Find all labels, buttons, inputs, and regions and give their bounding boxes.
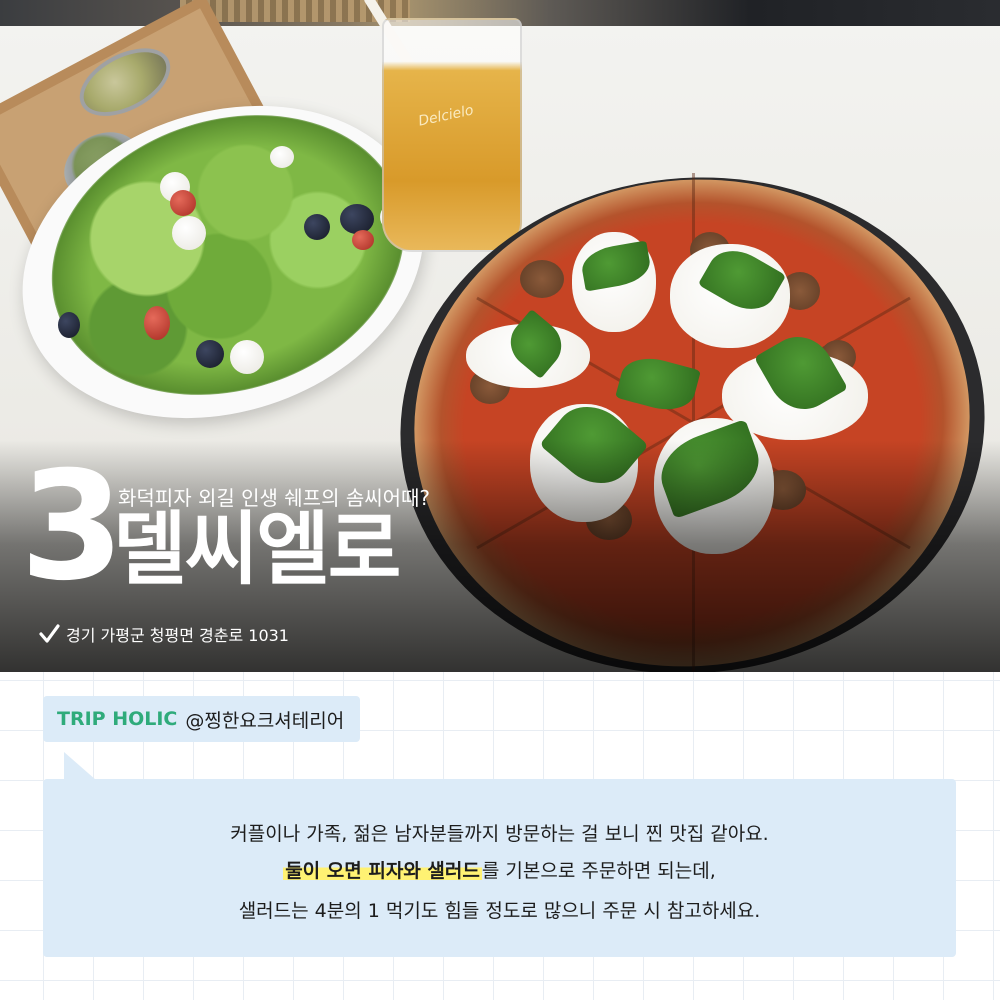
olive: [196, 340, 224, 368]
tomato: [170, 190, 196, 216]
mozzarella-ball: [230, 340, 264, 374]
review-line-2: 둘이 오면 피자와 샐러드 를 기본으로 주문하면 되는데,: [43, 856, 956, 883]
tomato: [352, 230, 374, 250]
author-tag: TRIP HOLIC @찡한요크셔테리어: [43, 696, 361, 742]
place-title: 델씨엘로: [113, 503, 401, 596]
olive: [58, 312, 80, 338]
mozzarella-ball: [270, 146, 294, 168]
review-line-2-rest: 를 기본으로 주문하면 되는데,: [481, 860, 716, 882]
review-line-3: 샐러드는 4분의 1 먹기도 힘들 정도로 많으니 주문 시 참고하세요.: [238, 900, 761, 922]
location-text: 경기 가평군 청평면 경춘로 1031: [66, 626, 289, 645]
review-highlight: 둘이 오면 피자와 샐러드: [283, 860, 482, 882]
place-location: 경기 가평군 청평면 경춘로 1031: [38, 622, 289, 646]
food-photo: Delcielo 3 화덕피자 외길 인생 쉐프의 솜씨어때? 델씨엘로 경기 …: [0, 0, 1000, 672]
tomato: [144, 306, 170, 340]
mozzarella-ball: [172, 216, 206, 250]
author-handle: @찡한요크셔테리어: [185, 709, 345, 732]
beverage-glass: [382, 18, 522, 252]
review-bubble: 커플이나 가족, 젊은 남자분들까지 방문하는 걸 보니 찐 맛집 같아요. 둘…: [43, 779, 956, 957]
olive: [340, 204, 374, 234]
brand-name: TRIP HOLIC: [57, 708, 178, 730]
olive: [304, 214, 330, 240]
check-icon: [39, 624, 60, 643]
place-number: 3: [20, 440, 124, 614]
sausage: [520, 260, 564, 298]
speech-bubble-tail: [64, 752, 96, 780]
review-line-1: 커플이나 가족, 젊은 남자분들까지 방문하는 걸 보니 찐 맛집 같아요.: [230, 823, 769, 845]
